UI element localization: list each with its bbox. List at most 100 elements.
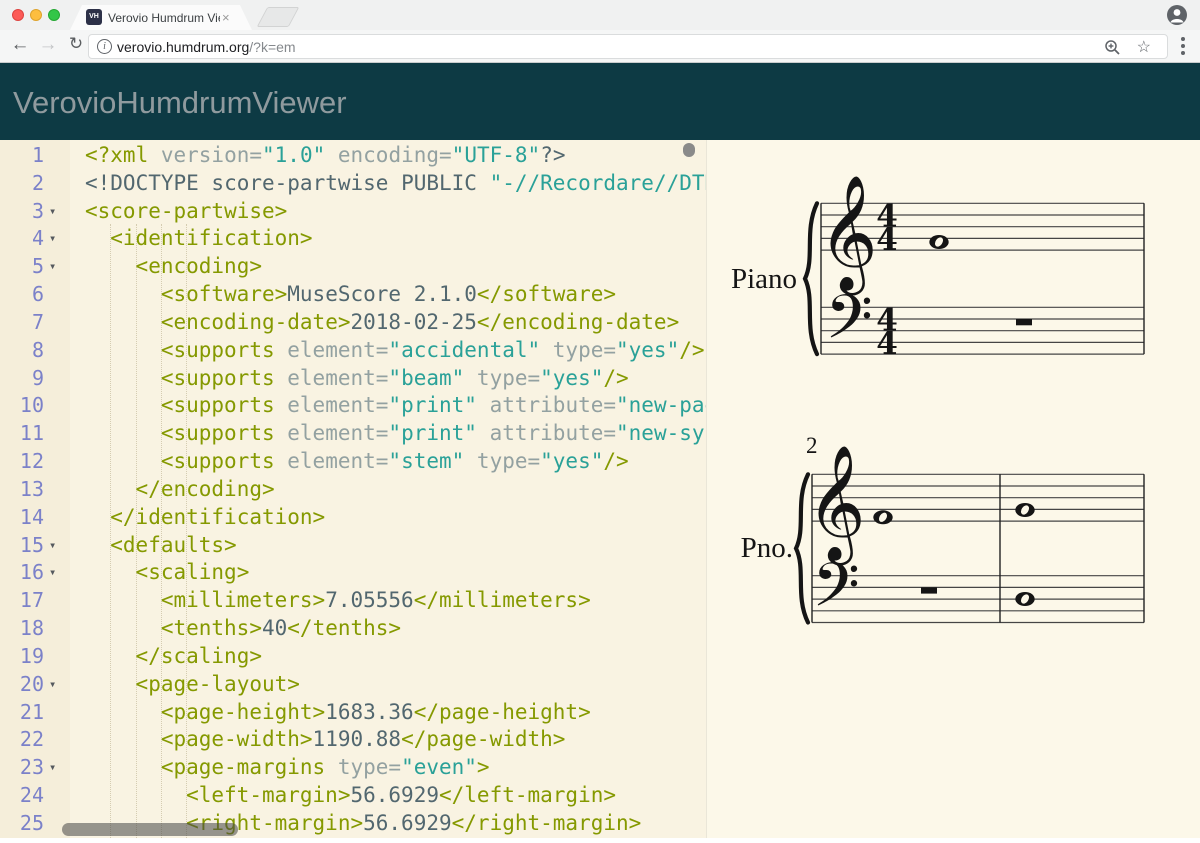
- code-line[interactable]: 5▾ <encoding>: [0, 252, 706, 280]
- bass-clef: 𝄢: [812, 550, 860, 636]
- zoom-page-icon[interactable]: [1104, 39, 1121, 61]
- browser-tabstrip: VH Verovio Humdrum Viewer ×: [0, 0, 1200, 30]
- code-line[interactable]: 21<page-height>1683.36</page-height>: [0, 698, 706, 726]
- bass-clef: 𝄢: [825, 282, 873, 368]
- page-info-icon[interactable]: i: [97, 39, 112, 54]
- treble-clef: 𝄞: [806, 444, 865, 566]
- fold-arrow-icon[interactable]: ▾: [49, 558, 56, 586]
- browser-toolbar: ← → ↻ i verovio.humdrum.org/?k=em ☆: [0, 30, 1200, 63]
- code-line[interactable]: 9<supports element="beam" type="yes"/>: [0, 364, 706, 392]
- line-number: 22: [0, 725, 44, 753]
- browser-tab[interactable]: VH Verovio Humdrum Viewer ×: [70, 5, 252, 30]
- new-tab-button[interactable]: [257, 7, 300, 27]
- line-number: 13: [0, 475, 44, 503]
- code-text: </encoding>: [136, 475, 275, 503]
- code-line[interactable]: 23▾<page-margins type="even">: [0, 753, 706, 781]
- code-line[interactable]: 20▾<page-layout>: [0, 670, 706, 698]
- code-text: <tenths>40</tenths>: [161, 614, 401, 642]
- code-text: <supports element="print" attribute="new…: [161, 391, 706, 419]
- whole-note[interactable]: [873, 510, 892, 524]
- reload-button[interactable]: ↻: [64, 34, 88, 54]
- forward-button: →: [36, 34, 60, 56]
- code-text: <page-width>1190.88</page-width>: [161, 725, 566, 753]
- code-line[interactable]: 7 <encoding-date>2018-02-25</encoding-dat…: [0, 308, 706, 336]
- tab-title: Verovio Humdrum Viewer: [108, 11, 220, 25]
- window-zoom-button[interactable]: [48, 9, 60, 21]
- vertical-scrollbar-thumb[interactable]: [683, 143, 695, 157]
- line-number: 2: [0, 169, 44, 197]
- fold-arrow-icon[interactable]: ▾: [49, 531, 56, 559]
- code-line[interactable]: 10 <supports element="print" attribute="n…: [0, 391, 706, 419]
- horizontal-scrollbar-thumb[interactable]: [62, 823, 238, 836]
- system-brace: [805, 203, 817, 354]
- code-text: <left-margin>56.6929</left-margin>: [186, 781, 616, 809]
- browser-menu-icon[interactable]: [1181, 37, 1185, 58]
- line-number: 24: [0, 781, 44, 809]
- code-text: <page-layout>: [136, 670, 300, 698]
- code-line[interactable]: 24 <left-margin>56.6929</left-margin>: [0, 781, 706, 809]
- code-line[interactable]: 18 <tenths>40</tenths>: [0, 614, 706, 642]
- code-line[interactable]: 4▾<identification>: [0, 224, 706, 252]
- line-number: 18: [0, 614, 44, 642]
- notation-pane[interactable]: Piano𝄞𝄢4444Pno.2𝄞𝄢: [706, 140, 1200, 838]
- line-number: 5: [0, 252, 44, 280]
- whole-rest[interactable]: [921, 587, 937, 593]
- code-line[interactable]: 13 </encoding>: [0, 475, 706, 503]
- bookmark-star-icon[interactable]: ☆: [1137, 37, 1151, 57]
- code-line[interactable]: 12<supports element="stem" type="yes"/>: [0, 447, 706, 475]
- code-text: <supports element="stem" type="yes"/>: [161, 447, 629, 475]
- fold-arrow-icon[interactable]: ▾: [49, 197, 56, 225]
- line-number: 23: [0, 753, 44, 781]
- app-header: Verovio Humdrum Viewer ? Play: [0, 63, 1200, 140]
- line-number: 4: [0, 224, 44, 252]
- code-line[interactable]: 11<supports element="print" attribute="n…: [0, 419, 706, 447]
- code-line[interactable]: 14</identification>: [0, 503, 706, 531]
- code-line[interactable]: 22 <page-width>1190.88</page-width>: [0, 725, 706, 753]
- code-line[interactable]: 16▾<scaling>: [0, 558, 706, 586]
- code-line[interactable]: 3▾<score-partwise>: [0, 197, 706, 225]
- code-text: <encoding>: [136, 252, 262, 280]
- url-host: verovio.humdrum.org: [117, 39, 249, 55]
- whole-note[interactable]: [1015, 592, 1034, 606]
- code-text: <?xml version="1.0" encoding="UTF-8"?>: [85, 141, 565, 169]
- code-line[interactable]: 19</scaling>: [0, 642, 706, 670]
- staff-group-label: Piano: [731, 263, 797, 295]
- code-line[interactable]: 15▾<defaults>: [0, 531, 706, 559]
- code-text: </scaling>: [136, 642, 262, 670]
- whole-rest[interactable]: [1016, 319, 1032, 325]
- fold-arrow-icon[interactable]: ▾: [49, 252, 56, 280]
- line-number: 10: [0, 391, 44, 419]
- line-number: 11: [0, 419, 44, 447]
- code-line[interactable]: 8<supports element="accidental" type="ye…: [0, 336, 706, 364]
- whole-note[interactable]: [929, 235, 948, 249]
- fold-arrow-icon[interactable]: ▾: [49, 224, 56, 252]
- line-number: 21: [0, 698, 44, 726]
- line-number: 8: [0, 336, 44, 364]
- tab-close-icon[interactable]: ×: [222, 10, 230, 25]
- line-number: 1: [0, 141, 44, 169]
- url-path: /?k=em: [249, 39, 295, 55]
- window-minimize-button[interactable]: [30, 9, 42, 21]
- fold-arrow-icon[interactable]: ▾: [49, 753, 56, 781]
- app-title: Verovio Humdrum Viewer: [13, 85, 347, 121]
- rendered-score: Piano𝄞𝄢4444Pno.2𝄞𝄢: [707, 140, 1200, 838]
- whole-note[interactable]: [1015, 503, 1034, 517]
- code-text: <encoding-date>2018-02-25</encoding-date…: [161, 308, 679, 336]
- fold-arrow-icon[interactable]: ▾: [49, 670, 56, 698]
- back-button[interactable]: ←: [8, 34, 32, 56]
- address-bar[interactable]: i verovio.humdrum.org/?k=em ☆: [88, 34, 1168, 59]
- window-close-button[interactable]: [12, 9, 24, 21]
- code-line[interactable]: 1 <?xml version="1.0" encoding="UTF-8"?>: [0, 141, 706, 169]
- code-text: <right-margin>56.6929</right-margin>: [186, 809, 641, 837]
- code-line[interactable]: 17<millimeters>7.05556</millimeters>: [0, 586, 706, 614]
- code-line[interactable]: 6<software>MuseScore 2.1.0</software>: [0, 280, 706, 308]
- line-number: 7: [0, 308, 44, 336]
- profile-avatar-icon[interactable]: [1166, 4, 1188, 26]
- code-text: </identification>: [110, 503, 325, 531]
- line-number: 16: [0, 558, 44, 586]
- treble-clef: 𝄞: [818, 174, 877, 296]
- code-line[interactable]: 2<!DOCTYPE score-partwise PUBLIC "-//Rec…: [0, 169, 706, 197]
- xml-code-editor[interactable]: 1<?xml version="1.0" encoding="UTF-8"?>2…: [0, 140, 706, 838]
- code-text: <defaults>: [110, 531, 236, 559]
- line-number: 25: [0, 809, 44, 837]
